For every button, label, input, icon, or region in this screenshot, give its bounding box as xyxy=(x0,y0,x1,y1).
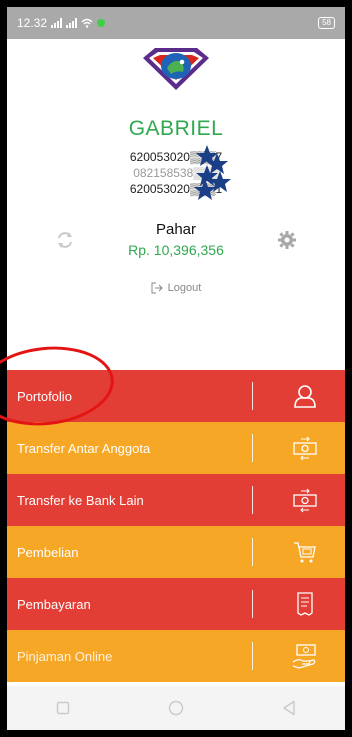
status-bar: 12.32 58 xyxy=(7,7,345,39)
signal-icon xyxy=(66,18,78,28)
app-logo xyxy=(7,39,345,99)
money-transfer-icon xyxy=(275,486,335,514)
receipt-icon xyxy=(275,591,335,617)
user-icon xyxy=(275,383,335,409)
battery-icon: 58 xyxy=(318,17,335,29)
member-phone-line: 082158538▒▒▒ xyxy=(133,166,219,180)
logout-icon xyxy=(151,282,163,294)
status-time: 12.32 xyxy=(17,16,48,30)
cash-hand-icon xyxy=(275,642,335,670)
back-icon[interactable] xyxy=(282,700,296,716)
menu-item-pembayaran[interactable]: Pembayaran xyxy=(7,578,345,630)
money-transfer-icon xyxy=(275,434,335,462)
settings-gear-icon[interactable] xyxy=(275,228,299,252)
profile-section: GABRIEL 620053020▒▒▒7 082158538▒▒▒ 62005… xyxy=(7,117,345,294)
member-name: GABRIEL xyxy=(128,117,224,140)
redaction-stars xyxy=(194,145,231,200)
menu-item-label: Pembelian xyxy=(17,544,79,560)
wifi-icon xyxy=(81,18,93,28)
menu-item-transfer-ke-bank-lain[interactable]: Transfer ke Bank Lain xyxy=(7,474,345,526)
cart-icon xyxy=(275,539,335,565)
logout-link[interactable]: Logout xyxy=(7,282,345,294)
menu-item-transfer-antar-anggota[interactable]: Transfer Antar Anggota xyxy=(7,422,345,474)
logout-label: Logout xyxy=(167,282,202,294)
menu-item-label: Pembayaran xyxy=(17,596,91,612)
account-name: Pahar xyxy=(155,221,197,238)
home-icon[interactable] xyxy=(168,700,184,716)
signal-icon xyxy=(51,18,63,28)
coop-logo-icon xyxy=(143,48,209,90)
menu-item-label: Pinjaman Online xyxy=(17,648,113,664)
member-id-line: 620053020▒▒▒7 xyxy=(129,150,223,164)
android-nav-bar xyxy=(7,686,345,730)
account-balance: Rp. 10,396,356 xyxy=(128,242,224,258)
member-id-line: 620053020▒▒▒1 xyxy=(129,182,223,196)
menu-item-label: Transfer Antar Anggota xyxy=(17,440,151,456)
account-row: Pahar Rp. 10,396,356 xyxy=(7,221,345,258)
menu-item-label: Transfer ke Bank Lain xyxy=(17,492,144,508)
whatsapp-icon xyxy=(97,19,106,27)
member-ids: 620053020▒▒▒7 082158538▒▒▒ 620053020▒▒▒1 xyxy=(7,145,345,200)
recent-apps-icon[interactable] xyxy=(56,701,70,715)
menu-item-pembelian[interactable]: Pembelian xyxy=(7,526,345,578)
menu-item-pinjaman-online[interactable]: Pinjaman Online xyxy=(7,630,345,682)
refresh-icon[interactable] xyxy=(53,228,77,252)
